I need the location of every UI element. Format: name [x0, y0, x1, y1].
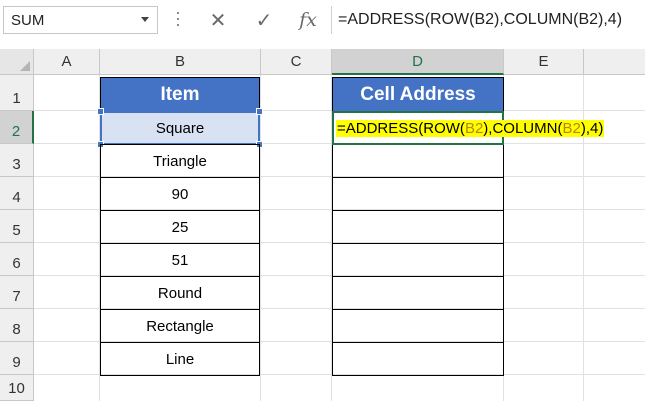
spreadsheet-grid: A B C D E 1 2 3 4 5 6 7 8 9 10 Item Cell…	[0, 41, 645, 401]
cell-d9[interactable]	[332, 342, 504, 376]
formula-bar: SUM ✕ ✓ fx =ADDRESS(ROW(B2),COLUMN(B2),4…	[0, 0, 645, 42]
enter-button[interactable]: ✓	[246, 6, 282, 34]
row-header-4[interactable]: 4	[0, 177, 34, 210]
close-icon: ✕	[209, 9, 227, 32]
cell-b4[interactable]: 90	[100, 177, 260, 211]
column-header-b[interactable]: B	[100, 49, 261, 75]
cell-b2[interactable]: Square	[100, 111, 260, 145]
cell-d1[interactable]: Cell Address	[332, 77, 504, 112]
row-header-1[interactable]: 1	[0, 75, 34, 111]
cell-d2-formula[interactable]: =ADDRESS(ROW(B2),COLUMN(B2),4)	[336, 119, 605, 137]
formula-input[interactable]: =ADDRESS(ROW(B2),COLUMN(B2),4)	[338, 11, 622, 29]
formula-part: ),4)	[580, 119, 604, 137]
row-header-9[interactable]: 9	[0, 342, 34, 375]
column-header-d[interactable]: D	[332, 49, 504, 75]
resize-handle[interactable]	[97, 108, 104, 115]
cell-b7[interactable]: Round	[100, 276, 260, 310]
function-icon: fx	[299, 9, 317, 31]
row-header-2[interactable]: 2	[0, 111, 34, 144]
cell-d4[interactable]	[332, 177, 504, 211]
row-header-6[interactable]: 6	[0, 243, 34, 276]
cell-d2-active[interactable]: =ADDRESS(ROW(B2),COLUMN(B2),4)	[332, 111, 605, 145]
row-header-5[interactable]: 5	[0, 210, 34, 243]
row-header-3[interactable]: 3	[0, 144, 34, 177]
chevron-down-icon[interactable]	[141, 17, 149, 22]
divider	[331, 6, 332, 34]
formula-reference: B2	[464, 119, 484, 137]
insert-function-button[interactable]: fx	[290, 6, 326, 34]
cancel-button[interactable]: ✕	[200, 6, 236, 34]
cell-d3[interactable]	[332, 144, 504, 178]
name-box[interactable]: SUM	[3, 6, 158, 34]
cell-b8[interactable]: Rectangle	[100, 309, 260, 343]
cell-d7[interactable]	[332, 276, 504, 310]
cell-b6[interactable]: 51	[100, 243, 260, 277]
check-icon: ✓	[255, 9, 273, 32]
row-header-7[interactable]: 7	[0, 276, 34, 309]
cell-d5[interactable]	[332, 210, 504, 244]
cell-b3[interactable]: Triangle	[100, 144, 260, 178]
column-header-f[interactable]	[584, 49, 645, 75]
column-header-c[interactable]: C	[261, 49, 332, 75]
formula-reference: B2	[562, 119, 581, 137]
gridline	[260, 75, 261, 401]
drag-handle-icon[interactable]	[177, 12, 180, 30]
row-header-8[interactable]: 8	[0, 309, 34, 342]
cell-b5[interactable]: 25	[100, 210, 260, 244]
formula-part: ),COLUMN(	[483, 119, 563, 137]
column-header-e[interactable]: E	[504, 49, 584, 75]
column-header-a[interactable]: A	[34, 49, 100, 75]
cell-d8[interactable]	[332, 309, 504, 343]
resize-handle[interactable]	[256, 108, 263, 115]
cell-b1[interactable]: Item	[100, 77, 260, 112]
formula-part: =ADDRESS(ROW(	[337, 119, 465, 137]
cell-b9[interactable]: Line	[100, 342, 260, 376]
select-all-button[interactable]	[0, 49, 34, 75]
cell-d6[interactable]	[332, 243, 504, 277]
row-header-10[interactable]: 10	[0, 375, 34, 401]
name-box-value: SUM	[11, 12, 45, 29]
